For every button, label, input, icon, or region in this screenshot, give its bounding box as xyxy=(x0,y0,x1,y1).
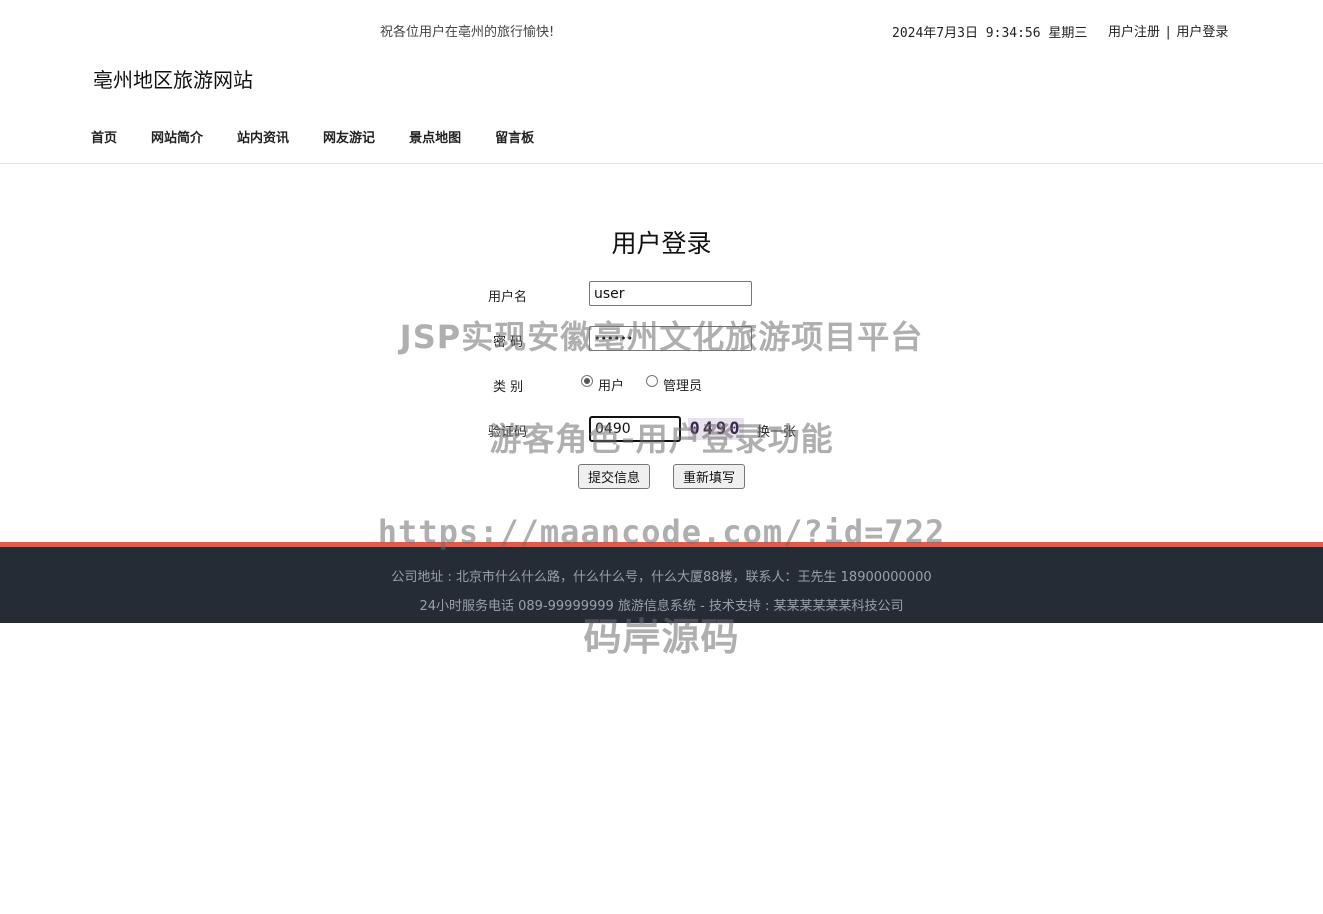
nav-item-map[interactable]: 景点地图 xyxy=(409,127,461,146)
type-label: 类 别 xyxy=(493,380,524,395)
site-title: 亳州地区旅游网站 xyxy=(93,68,253,92)
radio-user-label: 用户 xyxy=(598,379,625,394)
nav-item-news[interactable]: 站内资讯 xyxy=(237,127,289,146)
top-bar: 祝各位用户在亳州的旅行愉快! 2024年7月3日 9:34:56 星期三 用户注… xyxy=(0,0,1323,60)
footer: 公司地址 : 北京市什么什么路，什么什么号，什么大厦88楼，联系人：王先生 18… xyxy=(0,542,1323,623)
welcome-message: 祝各位用户在亳州的旅行愉快! xyxy=(380,25,555,40)
captcha-refresh-link[interactable]: 换一张 xyxy=(757,421,796,440)
nav-item-intro[interactable]: 网站简介 xyxy=(151,127,203,146)
password-input[interactable]: •••••• xyxy=(589,326,752,351)
nav-item-travelogues[interactable]: 网友游记 xyxy=(323,127,375,146)
captcha-image[interactable]: 0490 xyxy=(688,418,744,440)
nav-divider xyxy=(0,163,1323,164)
radio-admin-label: 管理员 xyxy=(663,379,703,394)
submit-button[interactable]: 提交信息 xyxy=(578,464,650,489)
captcha-input[interactable] xyxy=(589,416,681,442)
login-link[interactable]: 用户登录 xyxy=(1176,25,1228,40)
footer-contact: 24小时服务电话 089-99999999 旅游信息系统 - 技术支持 : 某某… xyxy=(419,599,904,614)
register-link[interactable]: 用户注册 xyxy=(1108,25,1160,40)
username-label: 用户名 xyxy=(488,290,528,305)
account-links: 用户注册 | 用户登录 xyxy=(1108,21,1228,40)
current-datetime: 2024年7月3日 9:34:56 星期三 xyxy=(892,26,1088,41)
username-input[interactable] xyxy=(589,281,752,306)
main-nav: 首页 网站简介 站内资讯 网友游记 景点地图 留言板 xyxy=(91,127,568,146)
radio-admin[interactable] xyxy=(646,375,658,387)
radio-user[interactable] xyxy=(581,375,593,387)
nav-item-home[interactable]: 首页 xyxy=(91,127,117,146)
captcha-label: 验证码 xyxy=(488,425,528,440)
footer-address: 公司地址 : 北京市什么什么路，什么什么号，什么大厦88楼，联系人：王先生 18… xyxy=(391,570,932,585)
link-separator: | xyxy=(1166,25,1171,40)
reset-button[interactable]: 重新填写 xyxy=(673,464,745,489)
password-label: 密 码 xyxy=(493,335,524,350)
login-title: 用户登录 xyxy=(611,229,712,258)
nav-item-guestbook[interactable]: 留言板 xyxy=(495,127,534,146)
